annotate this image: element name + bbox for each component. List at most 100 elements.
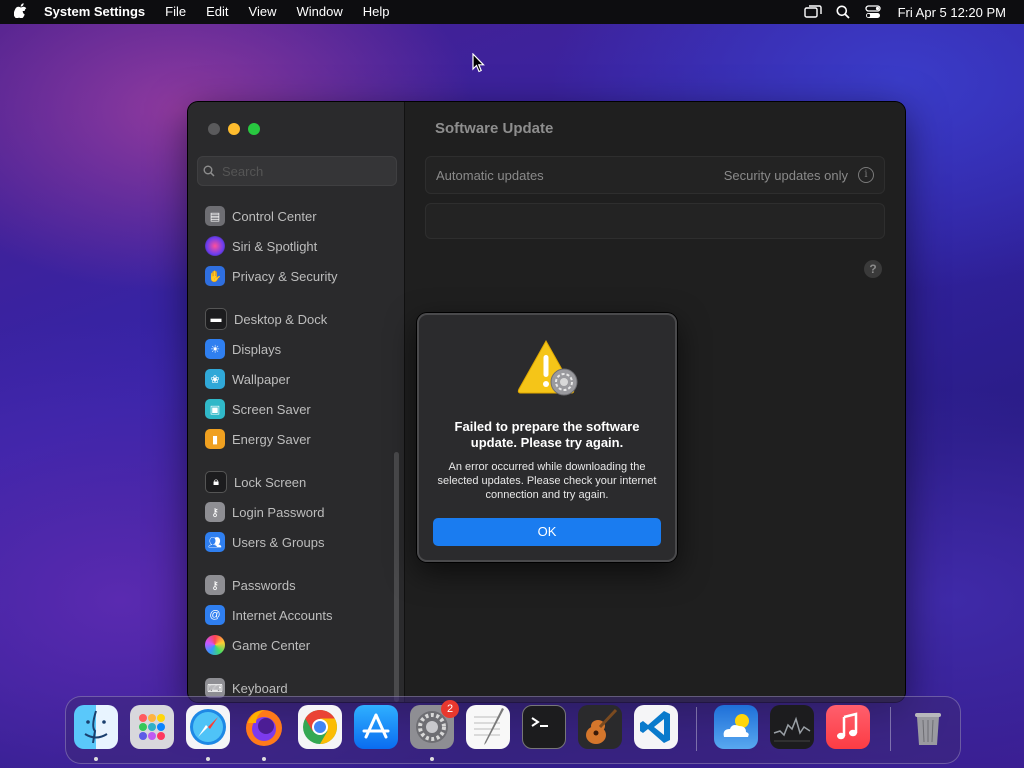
at-icon: @ xyxy=(205,605,225,625)
search-input[interactable] xyxy=(220,162,384,180)
zoom-window-button[interactable] xyxy=(248,123,260,135)
sidebar: ▤ Control Center Siri & Spotlight ✋ Priv… xyxy=(188,102,405,702)
dock-separator xyxy=(696,707,697,751)
lock-icon: 🔒︎ xyxy=(205,471,227,493)
music-icon[interactable] xyxy=(826,705,870,749)
info-icon[interactable]: i xyxy=(858,167,874,183)
sidebar-list: ▤ Control Center Siri & Spotlight ✋ Priv… xyxy=(188,192,404,702)
running-indicator xyxy=(206,757,210,761)
sidebar-item-users-groups[interactable]: 👥︎ Users & Groups xyxy=(188,527,404,557)
sidebar-item-label: Keyboard xyxy=(232,680,288,696)
sidebar-item-control-center[interactable]: ▤ Control Center xyxy=(188,201,404,231)
window-controls xyxy=(208,123,260,135)
warning-gear-icon xyxy=(517,339,578,396)
sidebar-item-displays[interactable]: ☀ Displays xyxy=(188,334,404,364)
sidebar-item-energy-saver[interactable]: ▮ Energy Saver xyxy=(188,424,404,454)
dock-separator xyxy=(890,707,891,751)
sidebar-item-label: Passwords xyxy=(232,577,296,593)
menu-edit[interactable]: Edit xyxy=(196,0,238,24)
safari-icon[interactable] xyxy=(186,705,230,749)
error-dialog: Failed to prepare the software update. P… xyxy=(417,313,677,562)
running-indicator xyxy=(94,757,98,761)
sidebar-item-label: Internet Accounts xyxy=(232,607,333,623)
update-status-row xyxy=(425,203,885,239)
sidebar-item-label: Game Center xyxy=(232,637,311,653)
sidebar-item-label: Lock Screen xyxy=(234,474,307,490)
sidebar-item-desktop-dock[interactable]: ▬ Desktop & Dock xyxy=(188,304,404,334)
control-center-icon: ▤ xyxy=(205,206,225,226)
sidebar-item-label: Privacy & Security xyxy=(232,268,338,284)
app-store-icon[interactable] xyxy=(354,705,398,749)
sidebar-item-label: Desktop & Dock xyxy=(234,311,328,327)
sidebar-item-label: Displays xyxy=(232,341,282,357)
sun-icon: ☀ xyxy=(205,339,225,359)
sidebar-search[interactable] xyxy=(197,156,397,186)
running-indicator xyxy=(262,757,266,761)
sidebar-item-label: Users & Groups xyxy=(232,534,325,550)
siri-icon xyxy=(205,236,225,256)
sidebar-item-wallpaper[interactable]: ❀ Wallpaper xyxy=(188,364,404,394)
ok-button[interactable]: OK xyxy=(433,518,661,546)
running-indicator xyxy=(430,757,434,761)
automatic-updates-value: Security updates only xyxy=(723,167,848,183)
menu-view[interactable]: View xyxy=(239,0,287,24)
apple-menu-icon[interactable] xyxy=(0,3,40,21)
sidebar-item-label: Login Password xyxy=(232,504,325,520)
sidebar-item-siri-spotlight[interactable]: Siri & Spotlight xyxy=(188,231,404,261)
screen-mirroring-icon[interactable] xyxy=(800,0,826,24)
dock: 2 xyxy=(65,696,961,764)
users-icon: 👥︎ xyxy=(205,532,225,552)
spotlight-search-icon[interactable] xyxy=(830,0,856,24)
game-center-icon xyxy=(205,635,225,655)
menu-bar: System Settings File Edit View Window He… xyxy=(0,0,1024,24)
sidebar-item-game-center[interactable]: Game Center xyxy=(188,630,404,660)
menu-clock[interactable]: Fri Apr 5 12:20 PM xyxy=(890,5,1006,20)
page-title: Software Update xyxy=(435,120,554,137)
dialog-message: An error occurred while downloading the … xyxy=(437,461,657,501)
stocks-icon[interactable] xyxy=(770,705,814,749)
garageband-icon[interactable] xyxy=(578,705,622,749)
sidebar-item-privacy-security[interactable]: ✋ Privacy & Security xyxy=(188,261,404,291)
sidebar-item-screen-saver[interactable]: ▣ Screen Saver xyxy=(188,394,404,424)
battery-icon: ▮ xyxy=(205,429,225,449)
desktop-icon: ▬ xyxy=(205,308,227,330)
notification-badge: 2 xyxy=(441,700,459,718)
search-icon xyxy=(198,165,220,177)
close-window-button[interactable] xyxy=(208,123,220,135)
sidebar-item-label: Energy Saver xyxy=(232,431,311,447)
sidebar-scrollbar[interactable] xyxy=(394,452,399,702)
firefox-icon[interactable] xyxy=(242,705,286,749)
terminal-icon[interactable] xyxy=(522,705,566,749)
finder-icon[interactable] xyxy=(74,705,118,749)
sidebar-item-label: Screen Saver xyxy=(232,401,311,417)
trash-icon[interactable] xyxy=(906,705,950,749)
automatic-updates-row: Automatic updates Security updates only … xyxy=(425,156,885,194)
textedit-icon[interactable] xyxy=(466,705,510,749)
dialog-title: Failed to prepare the software update. P… xyxy=(454,419,640,450)
menu-help[interactable]: Help xyxy=(353,0,400,24)
sidebar-item-label: Siri & Spotlight xyxy=(232,238,318,254)
help-button[interactable]: ? xyxy=(864,260,882,278)
vscode-icon[interactable] xyxy=(634,705,678,749)
mouse-cursor-icon xyxy=(472,53,485,73)
wallpaper-icon: ❀ xyxy=(205,369,225,389)
chrome-icon[interactable] xyxy=(298,705,342,749)
launchpad-icon[interactable] xyxy=(130,705,174,749)
menu-file[interactable]: File xyxy=(155,0,196,24)
sidebar-item-label: Wallpaper xyxy=(232,371,291,387)
screen-saver-icon: ▣ xyxy=(205,399,225,419)
sidebar-item-internet-accounts[interactable]: @ Internet Accounts xyxy=(188,600,404,630)
control-center-icon[interactable] xyxy=(860,0,886,24)
sidebar-item-label: Control Center xyxy=(232,208,317,224)
menu-window[interactable]: Window xyxy=(286,0,352,24)
hand-icon: ✋ xyxy=(205,266,225,286)
minimize-window-button[interactable] xyxy=(228,123,240,135)
weather-icon[interactable] xyxy=(714,705,758,749)
sidebar-item-login-password[interactable]: ⚷ Login Password xyxy=(188,497,404,527)
sidebar-item-lock-screen[interactable]: 🔒︎ Lock Screen xyxy=(188,467,404,497)
key-icon: ⚷ xyxy=(205,502,225,522)
menu-app-name[interactable]: System Settings xyxy=(40,0,155,24)
automatic-updates-label: Automatic updates xyxy=(436,167,544,183)
sidebar-item-passwords[interactable]: ⚷ Passwords xyxy=(188,570,404,600)
keyboard-icon: ⌨ xyxy=(205,678,225,698)
